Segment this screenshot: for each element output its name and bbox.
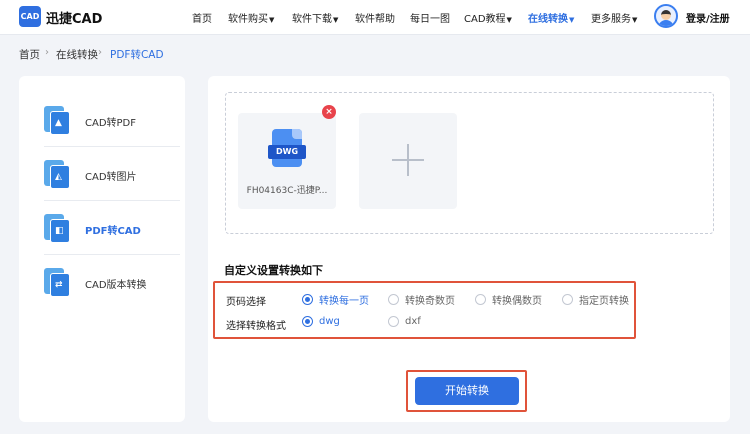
radio-icon [302,316,313,327]
divider [44,146,180,147]
radio-convert-specified-pages[interactable]: 指定页转换 [562,292,629,307]
brand-name[interactable]: 迅捷CAD [46,8,102,27]
add-file-button[interactable] [359,113,457,209]
nav-software-purchase[interactable]: 软件购买▼ [228,10,274,25]
divider [44,254,180,255]
pdf-to-cad-icon: ◧ [44,214,70,244]
chevron-down-icon: ▼ [333,16,339,24]
nav-home[interactable]: 首页 [192,10,212,25]
nav-more-services[interactable]: 更多服务▼ [591,10,637,25]
settings-title: 自定义设置转换如下 [224,264,323,277]
radio-icon [475,294,486,305]
radio-convert-odd-pages[interactable]: 转换奇数页 [388,292,455,307]
main-panel: DWG FH04163C-迅捷P... × 自定义设置转换如下 页码选择 转换每… [208,76,730,422]
cad-version-icon: ⇄ [44,268,70,298]
nav-cad-tutorial[interactable]: CAD教程▼ [464,10,512,25]
cad-to-pdf-icon: ▲ [44,106,70,136]
radio-format-dwg[interactable]: dwg [302,316,340,327]
upload-area[interactable]: DWG FH04163C-迅捷P... × [225,92,714,234]
nav-software-help[interactable]: 软件帮助 [355,10,395,25]
brand-logo[interactable]: CAD [19,6,41,27]
radio-convert-even-pages[interactable]: 转换偶数页 [475,292,542,307]
start-convert-button[interactable]: 开始转换 [415,377,519,405]
avatar[interactable] [654,4,678,28]
radio-format-dxf[interactable]: dxf [388,316,421,327]
sidebar-item-cad-to-pdf[interactable]: ▲ CAD转PDF [44,101,164,141]
chevron-right-icon: › [98,47,102,58]
page-select-label: 页码选择 [226,297,266,308]
sidebar-item-cad-to-image[interactable]: ◭ CAD转图片 [44,155,164,195]
sidebar: ▲ CAD转PDF ◭ CAD转图片 ◧ PDF转CAD ⇄ CAD版本转换 [19,76,185,422]
sidebar-item-pdf-to-cad[interactable]: ◧ PDF转CAD [44,209,164,249]
nav-software-download[interactable]: 软件下载▼ [292,10,338,25]
chevron-down-icon: ▼ [506,16,512,24]
uploaded-file-card: DWG FH04163C-迅捷P... [238,113,336,209]
chevron-right-icon: › [45,47,49,58]
dwg-file-icon: DWG [268,129,308,169]
remove-file-button[interactable]: × [322,105,336,119]
cad-to-image-icon: ◭ [44,160,70,190]
nav-daily-drawing[interactable]: 每日一图 [410,10,450,25]
login-register-link[interactable]: 登录/注册 [686,10,730,25]
start-button-highlight: 开始转换 [406,370,527,412]
radio-icon [302,294,313,305]
file-type-tag: DWG [268,145,306,159]
radio-icon [562,294,573,305]
radio-icon [388,294,399,305]
breadcrumb-current: PDF转CAD [110,49,164,61]
top-header: CAD 迅捷CAD 首页 软件购买▼ 软件下载▼ 软件帮助 每日一图 CAD教程… [0,0,750,35]
breadcrumb-home[interactable]: 首页 [19,47,40,62]
divider [44,200,180,201]
chevron-down-icon: ▼ [569,16,575,24]
radio-convert-every-page[interactable]: 转换每一页 [302,292,369,307]
radio-icon [388,316,399,327]
file-name: FH04163C-迅捷P... [246,186,328,196]
chevron-down-icon: ▼ [269,16,275,24]
breadcrumb-online-convert[interactable]: 在线转换 [56,47,98,62]
settings-options-box: 页码选择 转换每一页 转换奇数页 转换偶数页 指定页转换 选择转换格式 dwg … [213,281,636,339]
nav-online-convert[interactable]: 在线转换▼ [528,10,574,25]
sidebar-item-cad-version[interactable]: ⇄ CAD版本转换 [44,263,164,303]
format-select-label: 选择转换格式 [226,321,286,332]
chevron-down-icon: ▼ [632,16,638,24]
